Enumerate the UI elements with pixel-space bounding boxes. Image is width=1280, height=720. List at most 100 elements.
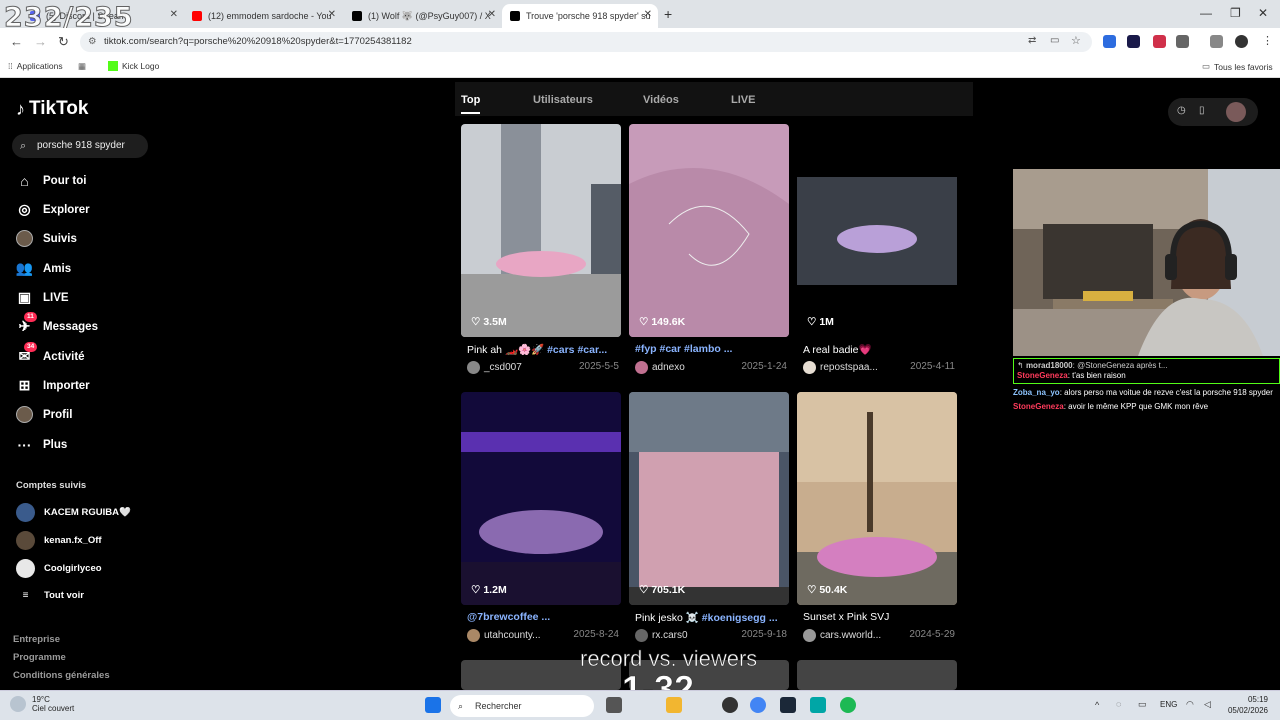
weather-widget[interactable]: 19°C Ciel couvert [10,695,74,713]
tab-videos[interactable]: Vidéos [643,94,679,106]
sidebar-item-amis[interactable]: 👥 Amis [16,260,71,277]
footer-link-programme[interactable]: Programme [13,652,66,663]
author-link[interactable]: cars.wworld... [803,629,881,642]
author-link[interactable]: _csd007 [467,361,522,374]
restore-button[interactable]: ❐ [1230,6,1241,20]
back-button[interactable]: ← [10,34,23,49]
video-title[interactable]: Sunset x Pink SVJ [803,611,955,623]
speed-icon[interactable]: ◷ [1177,105,1186,116]
followed-account[interactable]: kenan.fx_Off [16,531,102,550]
video-title[interactable]: @7brewcoffee ... [467,611,619,623]
video-card[interactable]: ♡ 50.4K Sunset x Pink SVJ cars.wworld... 20… [797,392,957,647]
bookmark-star-icon[interactable]: ☆ [1071,34,1081,47]
video-thumbnail[interactable] [461,392,621,605]
bookmark-label: Kick Logo [122,61,160,71]
author-link[interactable]: repostspaa... [803,361,878,374]
translate-icon[interactable]: ⇄ [1028,35,1036,46]
chrome-icon[interactable] [750,697,766,713]
sidebar-item-live[interactable]: ▣ LIVE [16,289,69,306]
sidebar-item-activit-[interactable]: ✉ 34 Activité [16,342,85,365]
video-thumbnail[interactable] [797,392,957,605]
sidebar-item-pour-toi[interactable]: ⌂ Pour toi [16,172,86,189]
extensions-puzzle-icon[interactable] [1176,35,1189,48]
sidebar-item-explorer[interactable]: ◎ Explorer [16,201,89,218]
tab-live[interactable]: LIVE [731,94,755,106]
close-tab-icon[interactable]: ✕ [328,9,336,20]
followed-account[interactable]: KACEM RGUIBA🤍 [16,503,131,522]
steam-icon[interactable] [780,697,796,713]
video-card[interactable]: ♡ 149.6K #fyp #car #lambo ... adnexo 2025-1… [629,124,789,379]
extension-icon[interactable] [1127,35,1140,48]
device-icon[interactable]: ▯ [1199,105,1205,116]
tray-icon[interactable]: ▭ [1138,699,1147,710]
tiktok-logo[interactable]: ♪ TikTok [16,98,88,120]
video-title[interactable]: A real badie💗 [803,343,955,356]
sidebar-item-suivis[interactable]: Suivis [16,230,77,247]
wifi-icon[interactable]: ◠ [1186,699,1194,710]
extension-icon[interactable] [1103,35,1116,48]
bookmark-all[interactable]: ▭ Tous les favoris [1202,61,1273,72]
close-tab-icon[interactable]: ✕ [488,9,496,20]
minimize-button[interactable]: — [1200,6,1212,20]
sidebar-item-importer[interactable]: ⊞ Importer [16,377,90,394]
followed-account[interactable]: Coolgirlyceo [16,559,102,578]
tab-users[interactable]: Utilisateurs [533,94,593,106]
video-card[interactable]: ♡ 3.5M Pink ah 🏎️🌸🚀 #cars #car... _csd007 2… [461,124,621,379]
tray-chevron-icon[interactable]: ^ [1095,700,1099,710]
spotify-icon[interactable] [840,697,856,713]
sidebar-item-messages[interactable]: ✈ 11 Messages [16,312,98,335]
browser-tab-x[interactable]: (1) Wolf 🐺 (@PsyGuy007) / X ✕ [344,4,502,28]
video-thumbnail[interactable] [629,392,789,605]
extension-icon[interactable] [1153,35,1166,48]
forward-button[interactable]: → [34,34,47,49]
media-icon[interactable] [1210,35,1223,48]
app-icon[interactable] [722,697,738,713]
author-link[interactable]: adnexo [635,361,685,374]
footer-link-entreprise[interactable]: Entreprise [13,634,60,645]
video-title[interactable]: Pink jesko ☠️ #koenigsegg ... [635,611,787,624]
reload-button[interactable]: ↻ [58,34,69,50]
sidebar-item-profil[interactable]: Profil [16,406,72,423]
video-card[interactable]: ♡ 1.2M @7brewcoffee ... utahcounty... 2025-… [461,392,621,647]
url-field[interactable]: ⚙ tiktok.com/search?q=porsche%20%20918%2… [80,32,1092,52]
windows-start-icon[interactable] [425,697,441,713]
video-thumbnail[interactable] [797,124,957,337]
video-thumbnail[interactable] [797,660,957,690]
app-icon[interactable] [810,697,826,713]
site-info-icon[interactable]: ⚙ [88,32,97,52]
search-input[interactable]: ⌕ porsche 918 spyder [12,134,148,158]
browser-tab-youtube[interactable]: (12) emmodem sardoche - You ✕ [184,4,342,28]
author-link[interactable]: rx.cars0 [635,629,688,642]
footer-link-conditions[interactable]: Conditions générales [13,670,110,681]
task-view-icon[interactable] [606,697,622,713]
close-tab-icon[interactable]: ✕ [644,9,652,20]
video-title[interactable]: Pink ah 🏎️🌸🚀 #cars #car... [467,343,619,356]
video-title[interactable]: #fyp #car #lambo ... [635,343,787,355]
bookmark-applications[interactable]: ⁞⁞ Applications [8,61,63,71]
sidebar-item-plus[interactable]: ··· Plus [16,436,68,453]
see-all-link[interactable]: ≡ Tout voir [16,590,84,601]
tab-groups-icon[interactable]: ▦ [78,61,86,72]
tab-top[interactable]: Top [461,94,481,114]
video-thumbnail[interactable] [461,124,621,337]
author-link[interactable]: utahcounty... [467,629,541,642]
account-name: Coolgirlyceo [44,563,102,574]
close-window-button[interactable]: ✕ [1258,6,1268,20]
file-explorer-icon[interactable] [666,697,682,713]
video-card[interactable]: ♡ 705.1K Pink jesko ☠️ #koenigsegg ... rx.… [629,392,789,647]
video-thumbnail[interactable] [629,124,789,337]
new-tab-button[interactable]: + [664,6,672,22]
menu-icon[interactable]: ⋮ [1262,34,1273,47]
language-indicator[interactable]: ENG [1160,700,1177,709]
bookmark-kick[interactable]: Kick Logo [108,61,159,71]
browser-tab-tiktok[interactable]: Trouve 'porsche 918 spyder' su ✕ [502,4,658,28]
profile-avatar-icon[interactable] [1235,35,1248,48]
cast-icon[interactable]: ▭ [1050,35,1059,46]
tray-icon[interactable]: ◌ [1116,699,1121,709]
avatar[interactable] [1226,102,1246,122]
taskbar-search[interactable]: ⌕ Rechercher [450,695,594,717]
close-tab-icon[interactable]: ✕ [170,9,178,20]
volume-icon[interactable]: ◁ [1204,699,1211,710]
video-card[interactable]: ♡ 1M A real badie💗 repostspaa... 2025-4-11 [797,124,957,379]
clock[interactable]: 05:19 05/02/2026 [1228,694,1268,716]
